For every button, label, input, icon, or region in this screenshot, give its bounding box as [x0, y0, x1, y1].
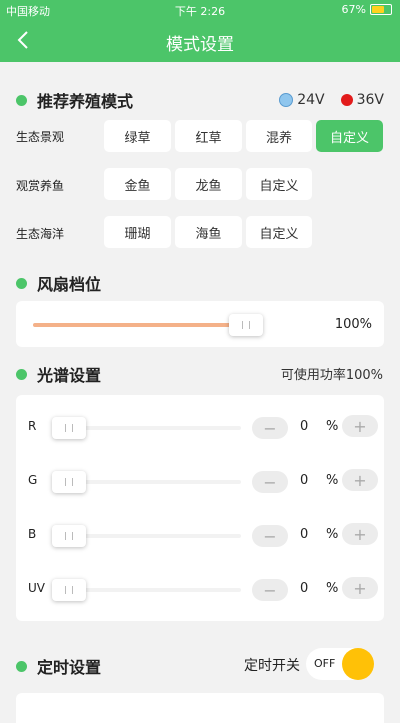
option-red-grass[interactable]: 红草 — [175, 120, 242, 152]
option-green-grass[interactable]: 绿草 — [104, 120, 171, 152]
row-label-ocean: 生态海洋 — [16, 227, 65, 241]
timer-toggle[interactable]: OFF — [306, 648, 374, 680]
section-dot-icon — [16, 94, 27, 106]
section-title-timer: 定时设置 — [16, 654, 101, 678]
section-title-text: 定时设置 — [37, 658, 102, 677]
battery-icon — [370, 4, 392, 15]
channel-label: G — [28, 473, 38, 487]
option-custom-landscape[interactable]: 自定义 — [316, 120, 383, 152]
channel-slider-handle[interactable] — [52, 471, 86, 493]
section-dot-icon — [16, 277, 27, 289]
row-label-fish: 观赏养鱼 — [16, 179, 65, 193]
option-mixed[interactable]: 混养 — [246, 120, 312, 152]
voltage-24-label: 24V — [297, 92, 325, 108]
section-dot-icon — [16, 660, 27, 672]
toggle-knob[interactable] — [342, 648, 374, 680]
increment-button[interactable]: + — [342, 415, 378, 437]
option-sea-fish[interactable]: 海鱼 — [175, 216, 242, 248]
channel-unit: % — [326, 419, 339, 434]
fan-card: 100% — [16, 301, 384, 347]
nav-bar: 模式设置 — [0, 20, 400, 62]
decrement-button[interactable]: − — [252, 525, 288, 547]
clock: 下午 2:26 — [174, 5, 226, 18]
section-title-text: 光谱设置 — [37, 366, 102, 385]
voltage-36-icon[interactable] — [340, 94, 353, 106]
section-dot-icon — [16, 368, 27, 380]
option-custom-ocean[interactable]: 自定义 — [246, 216, 312, 248]
increment-button[interactable]: + — [342, 523, 378, 545]
channel-label: UV — [28, 581, 45, 595]
channel-label: B — [28, 527, 37, 541]
toggle-state-label: OFF — [314, 657, 336, 670]
row-label-landscape: 生态景观 — [16, 130, 65, 144]
voltage-24-icon[interactable] — [279, 93, 294, 107]
channel-value: 0 — [300, 581, 309, 596]
fan-slider-track[interactable] — [33, 323, 246, 327]
spectrum-row-b: B − 0 % + — [16, 521, 384, 551]
battery-area: 67% — [342, 3, 392, 16]
spectrum-row-r: R − 0 % + — [16, 413, 384, 443]
channel-value: 0 — [300, 419, 309, 434]
channel-label: R — [28, 419, 37, 433]
decrement-button[interactable]: − — [252, 471, 288, 493]
channel-unit: % — [326, 473, 339, 488]
increment-button[interactable]: + — [342, 469, 378, 491]
decrement-button[interactable]: − — [252, 579, 288, 601]
spectrum-row-uv: UV − 0 % + — [16, 575, 384, 605]
battery-percent: 67% — [341, 3, 366, 16]
fan-slider-handle[interactable] — [229, 314, 263, 336]
channel-unit: % — [326, 581, 339, 596]
channel-value: 0 — [300, 527, 309, 542]
fan-value: 100% — [334, 317, 372, 332]
section-title-breeding: 推荐养殖模式 — [16, 88, 133, 112]
increment-button[interactable]: + — [342, 577, 378, 599]
option-coral[interactable]: 珊瑚 — [104, 216, 171, 248]
option-arowana[interactable]: 龙鱼 — [175, 168, 242, 200]
spectrum-card: R − 0 % + G − 0 % + B − 0 % + UV − 0 % + — [16, 395, 384, 621]
decrement-button[interactable]: − — [252, 417, 288, 439]
channel-slider-handle[interactable] — [52, 525, 86, 547]
section-title-spectrum: 光谱设置 — [16, 362, 101, 386]
channel-unit: % — [326, 527, 339, 542]
voltage-36-label: 36V — [356, 92, 384, 108]
section-title-text: 风扇档位 — [37, 275, 102, 294]
channel-slider-handle[interactable] — [52, 579, 86, 601]
power-note: 可使用功率100% — [280, 368, 383, 383]
timer-switch-label: 定时开关 — [244, 658, 300, 674]
channel-slider-handle[interactable] — [52, 417, 86, 439]
voltage-legend: 24V 36V — [279, 92, 384, 108]
option-goldfish[interactable]: 金鱼 — [104, 168, 171, 200]
status-bar: 中国移动 下午 2:26 67% — [0, 0, 400, 20]
spectrum-row-g: G − 0 % + — [16, 467, 384, 497]
channel-value: 0 — [300, 473, 309, 488]
section-title-text: 推荐养殖模式 — [37, 92, 134, 111]
page-title: 模式设置 — [166, 35, 234, 55]
timer-card — [16, 693, 384, 723]
option-custom-fish[interactable]: 自定义 — [246, 168, 312, 200]
section-title-fan: 风扇档位 — [16, 271, 101, 295]
